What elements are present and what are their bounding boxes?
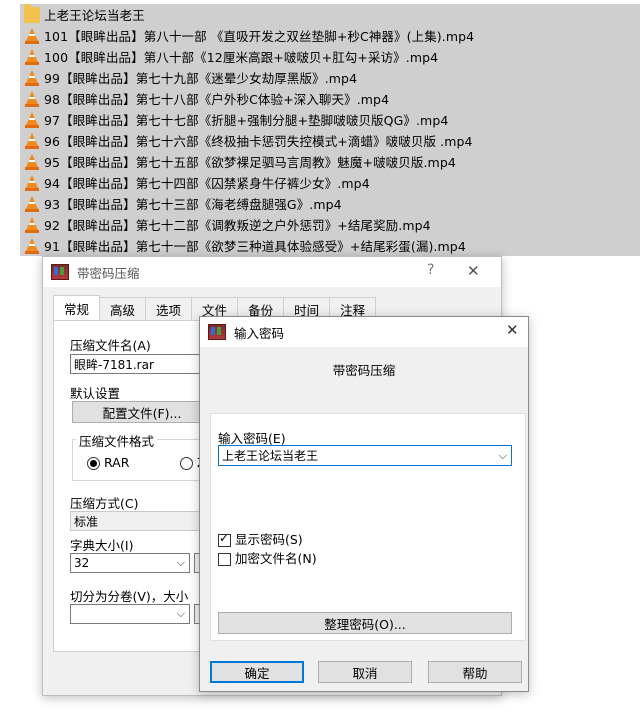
file-name: 94【眼眸出品】第七十四部《囚禁紧身牛仔裤少女》.mp4 bbox=[44, 176, 370, 191]
help-icon[interactable]: ? bbox=[427, 262, 434, 278]
vlc-file-icon bbox=[24, 216, 40, 233]
password-dialog: 输入密码 ✕ 带密码压缩 输入密码(E) 上老王论坛当老王 ⌵ 显示密码(S) … bbox=[199, 316, 529, 692]
file-row[interactable]: 101【眼眸出品】第八十一部 《直吸开发之双丝垫脚+秒C神器》(上集).mp4 bbox=[20, 25, 640, 46]
password-dialog-titlebar[interactable]: 输入密码 ✕ bbox=[200, 317, 528, 347]
file-row[interactable]: 94【眼眸出品】第七十四部《囚禁紧身牛仔裤少女》.mp4 bbox=[20, 172, 640, 193]
help-button[interactable]: 帮助 bbox=[428, 661, 522, 683]
file-name: 100【眼眸出品】第八十部《12厘米高跟+啵啵贝+肛勾+采访》.mp4 bbox=[44, 50, 439, 65]
file-name: 95【眼眸出品】第七十五部《欲梦裸足驷马言周教》魅魔+啵啵贝版.mp4 bbox=[44, 155, 456, 170]
split-label: 切分为分卷(V)，大小 bbox=[70, 589, 189, 604]
archive-name-field[interactable]: 眼眸-7181.rar bbox=[70, 354, 210, 374]
cancel-button[interactable]: 取消 bbox=[318, 661, 412, 683]
file-row[interactable]: 95【眼眸出品】第七十五部《欲梦裸足驷马言周教》魅魔+啵啵贝版.mp4 bbox=[20, 151, 640, 172]
organize-passwords-button[interactable]: 整理密码(O)... bbox=[218, 612, 512, 634]
file-name: 91【眼眸出品】第七十一部《欲梦三种道具体验感受》+结尾彩蛋(漏).mp4 bbox=[44, 239, 466, 254]
tab-options[interactable]: 选项 bbox=[145, 297, 193, 320]
file-name: 99【眼眸出品】第七十九部《迷晕少女劫厚黑版》.mp4 bbox=[44, 71, 358, 86]
format-label: 压缩文件格式 bbox=[76, 431, 158, 450]
zip-radio[interactable] bbox=[180, 457, 193, 470]
file-row[interactable]: 99【眼眸出品】第七十九部《迷晕少女劫厚黑版》.mp4 bbox=[20, 67, 640, 88]
file-row[interactable]: 100【眼眸出品】第八十部《12厘米高跟+啵啵贝+肛勾+采访》.mp4 bbox=[20, 46, 640, 67]
password-dialog-title: 输入密码 bbox=[234, 325, 285, 341]
file-name: 93【眼眸出品】第七十三部《海老缚盘腿强G》.mp4 bbox=[44, 197, 342, 212]
password-input[interactable]: 上老王论坛当老王 ⌵ bbox=[218, 445, 512, 466]
encrypt-names-option[interactable]: 加密文件名(N) bbox=[218, 548, 317, 567]
format-rar-option[interactable]: RAR bbox=[87, 455, 129, 470]
tab-advanced[interactable]: 高级 bbox=[99, 297, 147, 320]
show-password-option[interactable]: 显示密码(S) bbox=[218, 529, 303, 548]
file-list: 上老王论坛当老王 101【眼眸出品】第八十一部 《直吸开发之双丝垫脚+秒C神器》… bbox=[20, 4, 640, 256]
vlc-file-icon bbox=[24, 111, 40, 128]
show-password-checkbox[interactable] bbox=[218, 531, 231, 547]
encrypt-names-checkbox[interactable] bbox=[218, 553, 231, 566]
rar-radio[interactable] bbox=[87, 457, 100, 470]
file-row[interactable]: 96【眼眸出品】第七十六部《终极抽卡惩罚失控模式+滴蜡》啵啵贝版 .mp4 bbox=[20, 130, 640, 151]
method-label: 压缩方式(C) bbox=[70, 496, 139, 511]
dict-select[interactable]: 32 ⌵ bbox=[70, 553, 190, 573]
file-row[interactable]: 93【眼眸出品】第七十三部《海老缚盘腿强G》.mp4 bbox=[20, 193, 640, 214]
password-value: 上老王论坛当老王 bbox=[222, 449, 319, 463]
vlc-file-icon bbox=[24, 195, 40, 212]
vlc-file-icon bbox=[24, 174, 40, 191]
password-panel: 输入密码(E) 上老王论坛当老王 ⌵ 显示密码(S) 加密文件名(N) 整理密码… bbox=[210, 413, 526, 641]
file-name: 101【眼眸出品】第八十一部 《直吸开发之双丝垫脚+秒C神器》(上集).mp4 bbox=[44, 29, 475, 44]
vlc-file-icon bbox=[24, 90, 40, 107]
file-name: 96【眼眸出品】第七十六部《终极抽卡惩罚失控模式+滴蜡》啵啵贝版 .mp4 bbox=[44, 134, 473, 149]
chevron-down-icon[interactable]: ⌵ bbox=[499, 449, 507, 463]
vlc-file-icon bbox=[24, 132, 40, 149]
file-row[interactable]: 91【眼眸出品】第七十一部《欲梦三种道具体验感受》+结尾彩蛋(漏).mp4 bbox=[20, 235, 640, 256]
file-name: 97【眼眸出品】第七十七部《折腿+强制分腿+垫脚啵啵贝版QG》.mp4 bbox=[44, 113, 449, 128]
file-row[interactable]: 92【眼眸出品】第七十二部《调教叛逆之户外惩罚》+结尾奖励.mp4 bbox=[20, 214, 640, 235]
folder-row[interactable]: 上老王论坛当老王 bbox=[20, 4, 640, 25]
method-value: 标准 bbox=[74, 514, 99, 529]
method-select[interactable]: 标准 bbox=[70, 511, 210, 531]
ok-button[interactable]: 确定 bbox=[210, 661, 304, 683]
file-row[interactable]: 97【眼眸出品】第七十七部《折腿+强制分腿+垫脚啵啵贝版QG》.mp4 bbox=[20, 109, 640, 130]
archive-name-value: 眼眸-7181.rar bbox=[74, 357, 154, 372]
rar-label: RAR bbox=[104, 455, 130, 470]
vlc-file-icon bbox=[24, 69, 40, 86]
chevron-down-icon: ⌵ bbox=[176, 556, 185, 569]
profiles-button[interactable]: 配置文件(F)... bbox=[72, 401, 212, 423]
dict-value: 32 bbox=[74, 556, 90, 570]
password-heading: 带密码压缩 bbox=[332, 363, 396, 378]
close-icon[interactable]: ✕ bbox=[506, 321, 519, 339]
tab-general[interactable]: 常规 bbox=[53, 295, 101, 320]
vlc-file-icon bbox=[24, 48, 40, 65]
show-password-label: 显示密码(S) bbox=[235, 532, 303, 547]
file-row[interactable]: 98【眼眸出品】第七十八部《户外秒C体验+深入聊天》.mp4 bbox=[20, 88, 640, 109]
chevron-down-icon: ⌵ bbox=[176, 607, 185, 620]
encrypt-names-label: 加密文件名(N) bbox=[235, 551, 317, 566]
vlc-file-icon bbox=[24, 237, 40, 254]
folder-icon bbox=[24, 4, 40, 23]
dict-label: 字典大小(I) bbox=[70, 538, 134, 553]
file-name: 98【眼眸出品】第七十八部《户外秒C体验+深入聊天》.mp4 bbox=[44, 92, 390, 107]
vlc-file-icon bbox=[24, 153, 40, 170]
archive-name-label: 压缩文件名(A) bbox=[70, 338, 151, 353]
vlc-file-icon bbox=[24, 27, 40, 44]
winrar-icon bbox=[51, 264, 69, 280]
default-settings-label: 默认设置 bbox=[70, 386, 121, 401]
winrar-icon bbox=[208, 324, 226, 340]
folder-name: 上老王论坛当老王 bbox=[44, 8, 145, 23]
compress-dialog-title: 带密码压缩 bbox=[77, 265, 140, 281]
compress-dialog-titlebar[interactable]: 带密码压缩 ? ✕ bbox=[43, 257, 501, 287]
close-icon[interactable]: ✕ bbox=[467, 262, 480, 280]
file-name: 92【眼眸出品】第七十二部《调教叛逆之户外惩罚》+结尾奖励.mp4 bbox=[44, 218, 431, 233]
split-select[interactable]: ⌵ bbox=[70, 604, 190, 624]
